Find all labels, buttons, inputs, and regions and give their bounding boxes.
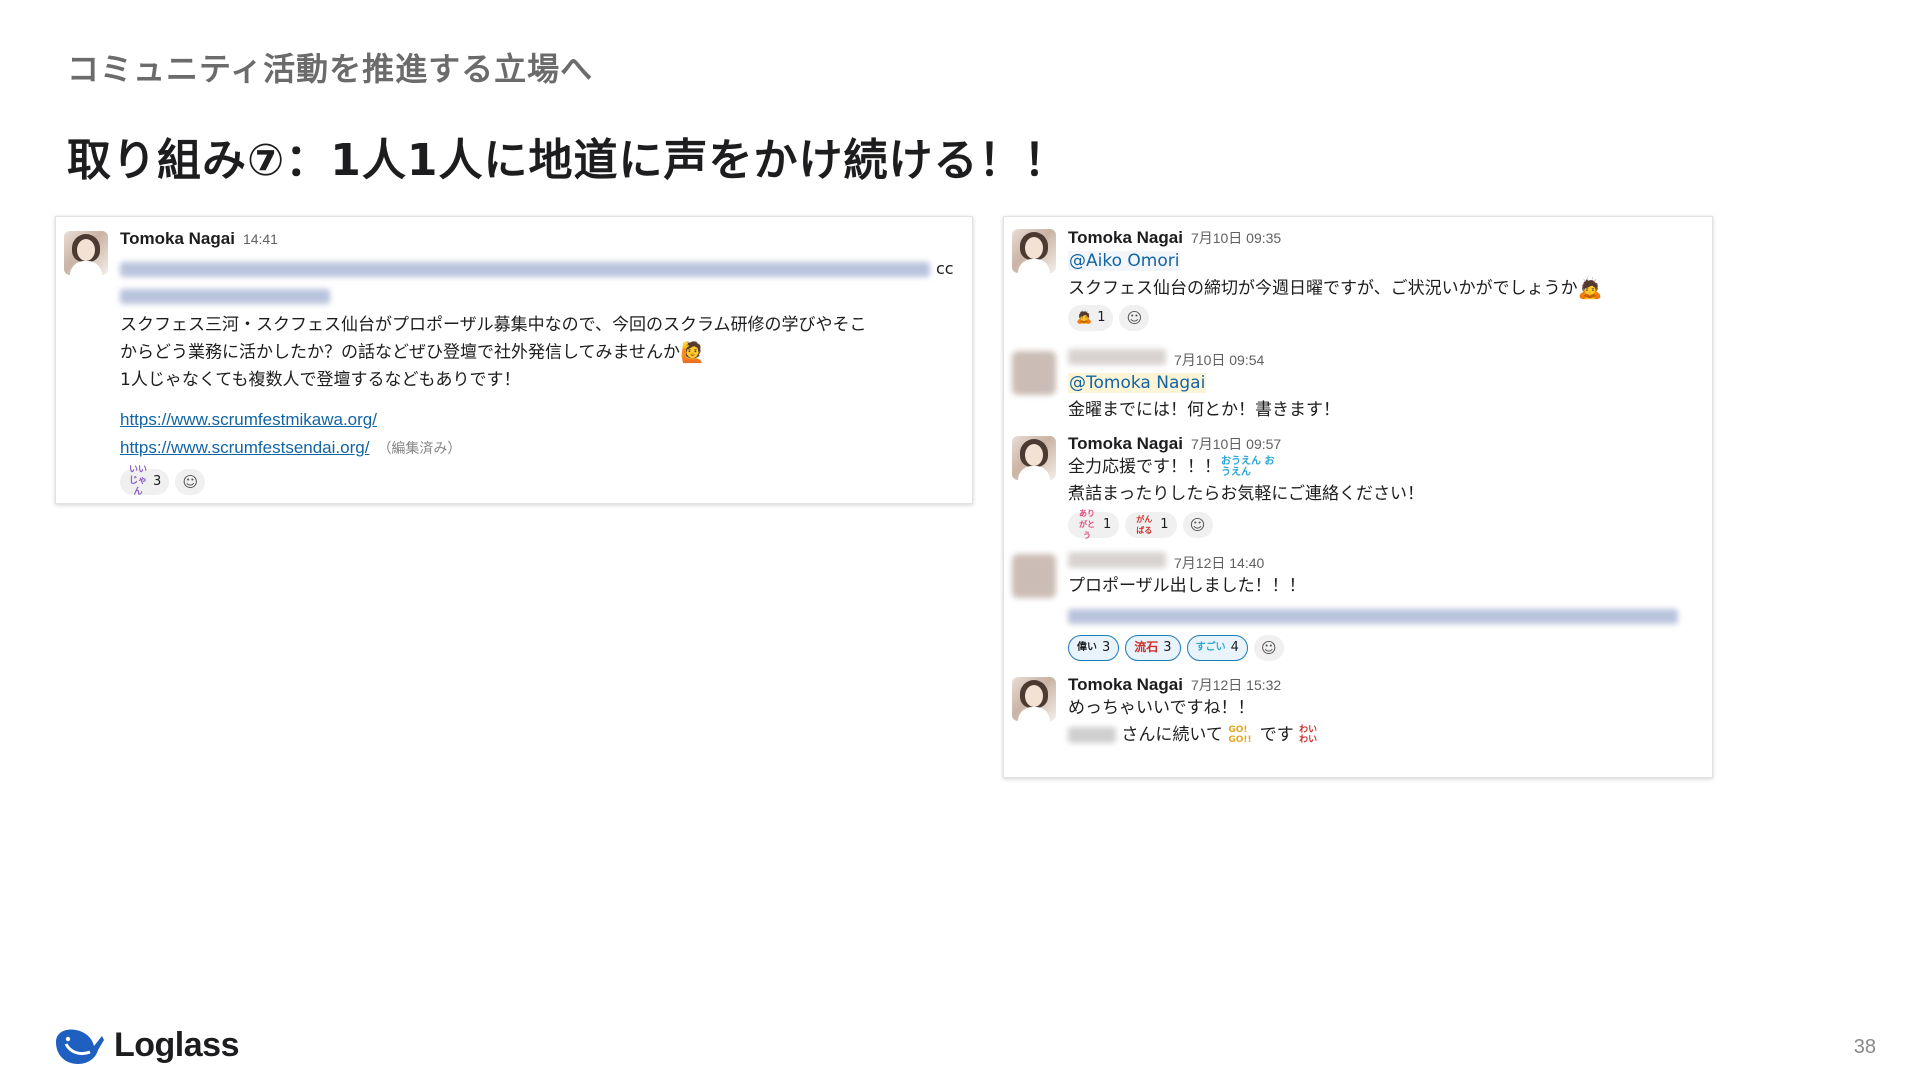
reactions: 偉い 3 流石 3 すごい 4 ☺	[1068, 634, 1712, 661]
blurred-link	[1068, 604, 1712, 631]
ganbaru-emoji-icon: がんばる	[1136, 514, 1153, 535]
logo-text: Loglass	[114, 1025, 239, 1064]
slide-title: 取り組み⑦：1人1人に地道に声をかけ続ける！！	[67, 135, 1069, 186]
message-time[interactable]: 14:41	[243, 231, 278, 247]
message-time[interactable]: 7月10日 09:57	[1191, 434, 1281, 454]
author-name-blurred	[1068, 551, 1166, 568]
user-mention[interactable]: @Tomoka Nagai	[1068, 372, 1207, 393]
reactions: 🙇 1 ☺	[1068, 304, 1712, 331]
add-reaction-icon[interactable]: ☺	[1253, 634, 1284, 661]
message-header: 7月10日 09:54	[1068, 348, 1712, 370]
author-name[interactable]: Tomoka Nagai	[1068, 228, 1183, 248]
bow-emoji: 🙇	[1577, 276, 1603, 300]
message-header: Tomoka Nagai 7月10日 09:57	[1068, 434, 1712, 454]
reaction-count: 1	[1103, 517, 1112, 532]
erai-emoji-icon: 偉い	[1077, 642, 1097, 653]
reactions: ありがとう 1 がんばる 1 ☺	[1068, 509, 1712, 540]
reaction-count: 3	[153, 474, 162, 489]
cc-text: cc	[936, 259, 954, 278]
reaction-erai[interactable]: 偉い 3	[1068, 634, 1120, 661]
user-mention[interactable]: @Aiko Omori	[1068, 251, 1181, 271]
link-line-2: https://www.scrumfestsendai.org/ （編集済み）	[120, 434, 972, 463]
gogo-emoji: GO! GO!!	[1228, 724, 1252, 745]
reaction-bow[interactable]: 🙇 1	[1068, 304, 1114, 331]
message-header: Tomoka Nagai 7月12日 15:32	[1068, 675, 1712, 695]
mention-line: @Tomoka Nagai	[1068, 370, 1712, 397]
blurred-name	[1068, 726, 1116, 743]
message-time[interactable]: 7月12日 15:32	[1191, 675, 1281, 695]
thread-message-5: Tomoka Nagai 7月12日 15:32 めっちゃいいですね！！ さんに…	[1004, 661, 1712, 749]
reaction-ganbaru[interactable]: がんばる 1	[1125, 511, 1177, 538]
message-body-line-3: 1人じゃなくても複数人で登壇するなどもありです！	[120, 369, 521, 390]
add-reaction-icon[interactable]: ☺	[175, 468, 206, 495]
thread-message-3: Tomoka Nagai 7月10日 09:57 全力応援です！！！おうえん お…	[1004, 424, 1712, 540]
sasuga-emoji-icon: 流石	[1134, 640, 1159, 654]
mention-line: @Aiko Omori	[1068, 248, 1712, 275]
message-text: 金曜までには！何とか！書きます！	[1068, 399, 1340, 420]
author-name[interactable]: Tomoka Nagai	[120, 229, 235, 249]
message-body-line-2: からどう業務に活かしたか？の話などぜひ登壇で社外発信してみませんか🙋	[120, 340, 705, 364]
message-text-line-2: さんに続いて GO! GO!! です わい わい	[1068, 722, 1712, 749]
bow-emoji-icon: 🙇	[1076, 310, 1093, 325]
arigatou-emoji-icon: ありがとう	[1079, 509, 1095, 540]
message-text-line-1: めっちゃいいですね！！	[1068, 697, 1255, 718]
raising-hand-emoji: 🙋	[679, 340, 705, 364]
add-reaction-icon[interactable]: ☺	[1182, 511, 1213, 538]
edited-label: （編集済み）	[377, 440, 462, 457]
blurred-mentions: cc	[120, 255, 972, 283]
whale-logo-icon	[52, 1024, 106, 1066]
reaction-count: 3	[1163, 640, 1172, 655]
user-avatar[interactable]	[64, 231, 108, 275]
sugoi-emoji-icon: すごい	[1195, 642, 1226, 653]
user-avatar[interactable]	[1012, 435, 1056, 480]
waiwai-emoji: わい わい	[1299, 724, 1318, 745]
thread-message-4: 7月12日 14:40 プロポーザル出しました！！！ 偉い 3 流石 3 すごい…	[1004, 538, 1712, 661]
author-name[interactable]: Tomoka Nagai	[1068, 675, 1183, 695]
slack-message: Tomoka Nagai 14:41 cc スクフェス三河・スクフェス仙台がプロ…	[56, 217, 972, 497]
scrumfest-mikawa-link[interactable]: https://www.scrumfestmikawa.org/	[120, 410, 377, 429]
author-name-blurred	[1068, 348, 1166, 365]
ouen-emoji: おうえん おうえん	[1221, 455, 1275, 478]
section-title: コミュニティ活動を推進する立場へ	[67, 50, 594, 88]
loglass-logo: Loglass	[52, 1024, 239, 1066]
iijan-emoji-icon: いい じゃん	[128, 465, 147, 497]
reaction-iijan[interactable]: いい じゃん 3	[120, 465, 170, 497]
message-text-line-1: 全力応援です！！！おうえん おうえん	[1068, 454, 1712, 481]
reaction-count: 4	[1230, 640, 1239, 655]
author-name[interactable]: Tomoka Nagai	[1068, 434, 1183, 454]
message-text: プロポーザル出しました！！！	[1068, 575, 1306, 596]
reaction-sugoi[interactable]: すごい 4	[1186, 634, 1248, 661]
reaction-sasuga[interactable]: 流石 3	[1125, 634, 1181, 661]
add-reaction-icon[interactable]: ☺	[1119, 304, 1150, 331]
blurred-mentions-2	[120, 283, 972, 310]
slack-thread-card-right: Tomoka Nagai 7月10日 09:35 @Aiko Omori スクフ…	[1003, 216, 1713, 778]
user-avatar-blurred[interactable]	[1012, 350, 1056, 395]
message-header: Tomoka Nagai 7月10日 09:35	[1068, 228, 1712, 248]
reactions: いい じゃん 3 ☺	[120, 465, 972, 497]
user-avatar[interactable]	[1012, 676, 1056, 721]
link-line-1: https://www.scrumfestmikawa.org/	[120, 406, 972, 434]
thread-message-2: 7月10日 09:54 @Tomoka Nagai 金曜までには！何とか！書きま…	[1004, 331, 1712, 424]
message-body-line-1: スクフェス三河・スクフェス仙台がプロポーザル募集中なので、今回のスクラム研修の学…	[120, 315, 867, 335]
reaction-count: 3	[1102, 640, 1111, 655]
page-number: 38	[1853, 1036, 1876, 1058]
message-header: Tomoka Nagai 14:41	[120, 229, 972, 249]
message-time[interactable]: 7月10日 09:35	[1191, 228, 1281, 248]
message-time[interactable]: 7月10日 09:54	[1174, 350, 1264, 370]
user-avatar[interactable]	[1012, 229, 1056, 273]
message-text-line-2: 煮詰まったりしたらお気軽にご連絡ください！	[1068, 483, 1424, 504]
user-avatar-blurred[interactable]	[1012, 553, 1056, 598]
reaction-count: 1	[1160, 517, 1169, 532]
message-text: スクフェス仙台の締切が今週日曜ですが、ご状況いかがでしょうか🙇	[1068, 276, 1603, 300]
message-time[interactable]: 7月12日 14:40	[1174, 553, 1264, 573]
scrumfest-sendai-link[interactable]: https://www.scrumfestsendai.org/	[120, 438, 369, 457]
reaction-count: 1	[1097, 310, 1106, 325]
message-header: 7月12日 14:40	[1068, 551, 1712, 573]
thread-message-1: Tomoka Nagai 7月10日 09:35 @Aiko Omori スクフ…	[1004, 217, 1712, 331]
slack-message-card-left: Tomoka Nagai 14:41 cc スクフェス三河・スクフェス仙台がプロ…	[55, 216, 973, 504]
reaction-arigatou[interactable]: ありがとう 1	[1068, 509, 1120, 540]
